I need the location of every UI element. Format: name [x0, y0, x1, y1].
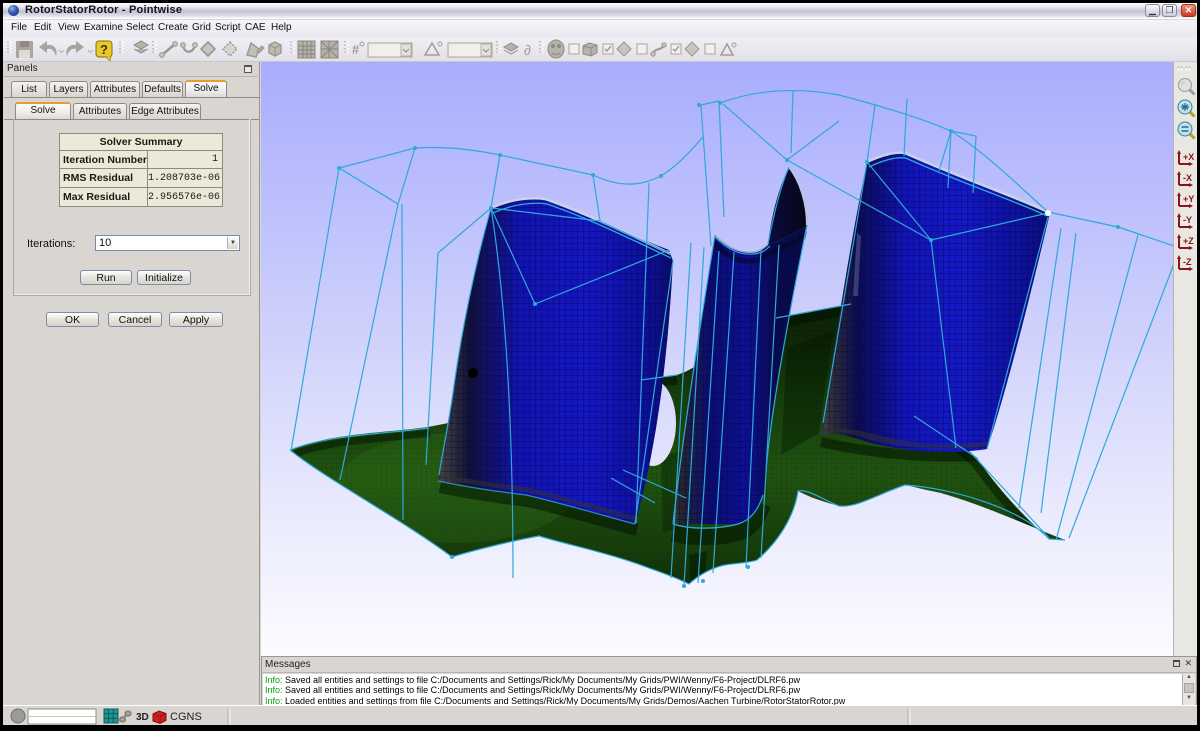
- svg-text:-Z: -Z: [1183, 257, 1192, 267]
- svg-text:3D: 3D: [136, 712, 149, 723]
- svg-text:+X: +X: [1183, 152, 1194, 162]
- svg-text:+Y: +Y: [1183, 194, 1194, 204]
- svg-text:∂: ∂: [524, 42, 531, 58]
- svg-text:?: ?: [100, 42, 108, 57]
- svg-text:-Y: -Y: [1183, 215, 1192, 225]
- svg-text:CGNS: CGNS: [170, 711, 202, 723]
- svg-text:#: #: [352, 42, 360, 57]
- svg-text:+Z: +Z: [1183, 236, 1194, 246]
- svg-text:-X: -X: [1183, 173, 1192, 183]
